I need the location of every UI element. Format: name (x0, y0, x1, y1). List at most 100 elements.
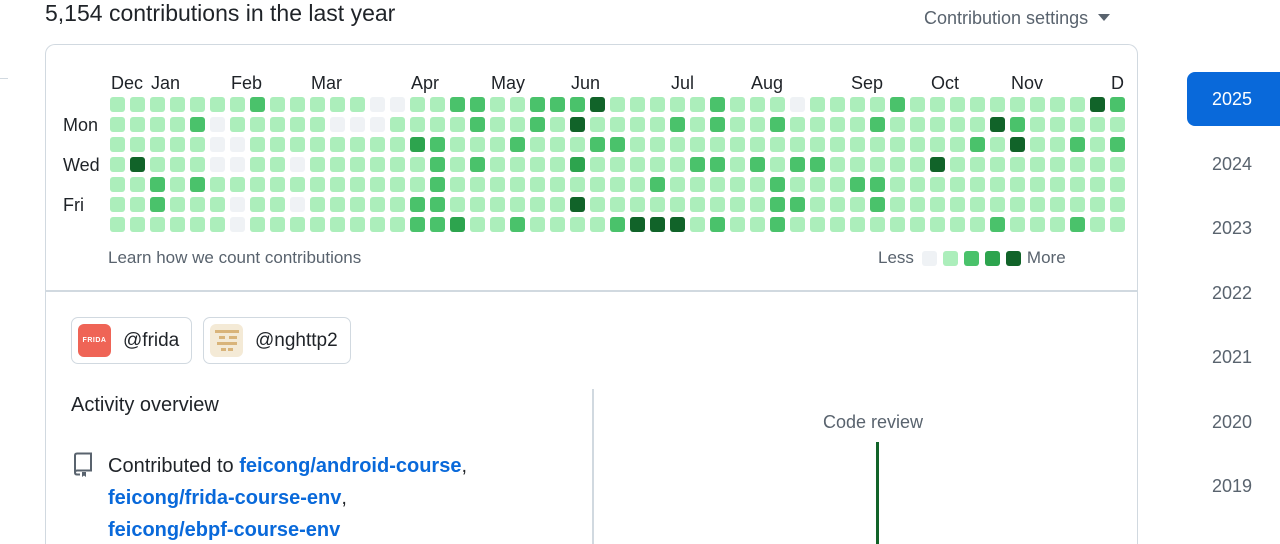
contribution-day-cell[interactable] (670, 157, 685, 172)
contribution-day-cell[interactable] (690, 157, 705, 172)
contribution-day-cell[interactable] (350, 197, 365, 212)
contribution-day-cell[interactable] (590, 97, 605, 112)
contribution-day-cell[interactable] (190, 177, 205, 192)
contribution-day-cell[interactable] (450, 197, 465, 212)
contribution-day-cell[interactable] (150, 97, 165, 112)
repo-link-ebpf-course-env[interactable]: feicong/ebpf-course-env (108, 519, 340, 541)
contribution-day-cell[interactable] (210, 97, 225, 112)
contribution-day-cell[interactable] (970, 197, 985, 212)
contribution-day-cell[interactable] (610, 157, 625, 172)
contribution-day-cell[interactable] (590, 157, 605, 172)
contribution-day-cell[interactable] (370, 97, 385, 112)
contribution-day-cell[interactable] (790, 177, 805, 192)
contribution-day-cell[interactable] (610, 197, 625, 212)
contribution-day-cell[interactable] (170, 137, 185, 152)
contribution-day-cell[interactable] (510, 117, 525, 132)
contribution-day-cell[interactable] (1110, 177, 1125, 192)
contribution-day-cell[interactable] (430, 197, 445, 212)
contribution-day-cell[interactable] (1090, 157, 1105, 172)
contribution-day-cell[interactable] (430, 137, 445, 152)
contribution-day-cell[interactable] (350, 157, 365, 172)
contribution-day-cell[interactable] (490, 177, 505, 192)
contribution-day-cell[interactable] (870, 177, 885, 192)
contribution-day-cell[interactable] (210, 177, 225, 192)
contribution-day-cell[interactable] (390, 97, 405, 112)
contribution-day-cell[interactable] (710, 197, 725, 212)
contribution-day-cell[interactable] (1050, 137, 1065, 152)
contribution-day-cell[interactable] (710, 117, 725, 132)
contribution-day-cell[interactable] (790, 117, 805, 132)
contribution-day-cell[interactable] (330, 157, 345, 172)
contribution-day-cell[interactable] (730, 197, 745, 212)
contribution-day-cell[interactable] (510, 177, 525, 192)
contribution-day-cell[interactable] (370, 177, 385, 192)
contribution-day-cell[interactable] (790, 137, 805, 152)
contribution-day-cell[interactable] (1010, 177, 1025, 192)
contribution-day-cell[interactable] (570, 177, 585, 192)
contribution-day-cell[interactable] (770, 137, 785, 152)
contribution-day-cell[interactable] (650, 177, 665, 192)
contribution-day-cell[interactable] (750, 137, 765, 152)
contribution-day-cell[interactable] (870, 197, 885, 212)
contribution-day-cell[interactable] (950, 137, 965, 152)
contribution-day-cell[interactable] (870, 97, 885, 112)
contribution-day-cell[interactable] (750, 177, 765, 192)
contribution-day-cell[interactable] (250, 197, 265, 212)
contribution-day-cell[interactable] (270, 177, 285, 192)
contribution-day-cell[interactable] (930, 97, 945, 112)
contribution-day-cell[interactable] (1030, 117, 1045, 132)
contribution-day-cell[interactable] (430, 217, 445, 232)
contribution-day-cell[interactable] (470, 197, 485, 212)
contribution-day-cell[interactable] (730, 157, 745, 172)
contribution-day-cell[interactable] (590, 217, 605, 232)
contribution-day-cell[interactable] (910, 97, 925, 112)
contribution-day-cell[interactable] (570, 97, 585, 112)
contribution-day-cell[interactable] (770, 157, 785, 172)
contribution-day-cell[interactable] (810, 157, 825, 172)
contribution-day-cell[interactable] (1090, 197, 1105, 212)
contribution-day-cell[interactable] (230, 217, 245, 232)
year-link-2020[interactable]: 2020 (1187, 395, 1280, 449)
contribution-day-cell[interactable] (810, 177, 825, 192)
contribution-day-cell[interactable] (230, 177, 245, 192)
contribution-day-cell[interactable] (770, 197, 785, 212)
contribution-day-cell[interactable] (1110, 157, 1125, 172)
contribution-day-cell[interactable] (430, 177, 445, 192)
contribution-day-cell[interactable] (1030, 157, 1045, 172)
contribution-day-cell[interactable] (290, 137, 305, 152)
contribution-day-cell[interactable] (1070, 197, 1085, 212)
contribution-day-cell[interactable] (190, 137, 205, 152)
contribution-day-cell[interactable] (970, 217, 985, 232)
contribution-day-cell[interactable] (1030, 177, 1045, 192)
contribution-day-cell[interactable] (730, 97, 745, 112)
contribution-day-cell[interactable] (1070, 157, 1085, 172)
contribution-day-cell[interactable] (270, 137, 285, 152)
contribution-day-cell[interactable] (710, 177, 725, 192)
contribution-day-cell[interactable] (710, 97, 725, 112)
contribution-day-cell[interactable] (750, 217, 765, 232)
contribution-day-cell[interactable] (910, 217, 925, 232)
contribution-day-cell[interactable] (130, 117, 145, 132)
repo-link-frida-course-env[interactable]: feicong/frida-course-env (108, 487, 341, 509)
contribution-day-cell[interactable] (590, 137, 605, 152)
contribution-day-cell[interactable] (410, 97, 425, 112)
contribution-day-cell[interactable] (590, 197, 605, 212)
contribution-day-cell[interactable] (810, 97, 825, 112)
contribution-day-cell[interactable] (490, 157, 505, 172)
contribution-day-cell[interactable] (630, 117, 645, 132)
contribution-day-cell[interactable] (830, 137, 845, 152)
contribution-day-cell[interactable] (270, 97, 285, 112)
contribution-day-cell[interactable] (750, 197, 765, 212)
contribution-day-cell[interactable] (950, 117, 965, 132)
contribution-day-cell[interactable] (270, 197, 285, 212)
contribution-day-cell[interactable] (890, 217, 905, 232)
contribution-day-cell[interactable] (930, 157, 945, 172)
contribution-day-cell[interactable] (370, 197, 385, 212)
contribution-day-cell[interactable] (630, 177, 645, 192)
contribution-day-cell[interactable] (310, 97, 325, 112)
contribution-day-cell[interactable] (130, 217, 145, 232)
contribution-day-cell[interactable] (1090, 217, 1105, 232)
contribution-day-cell[interactable] (350, 117, 365, 132)
contribution-day-cell[interactable] (890, 117, 905, 132)
contribution-day-cell[interactable] (1010, 197, 1025, 212)
